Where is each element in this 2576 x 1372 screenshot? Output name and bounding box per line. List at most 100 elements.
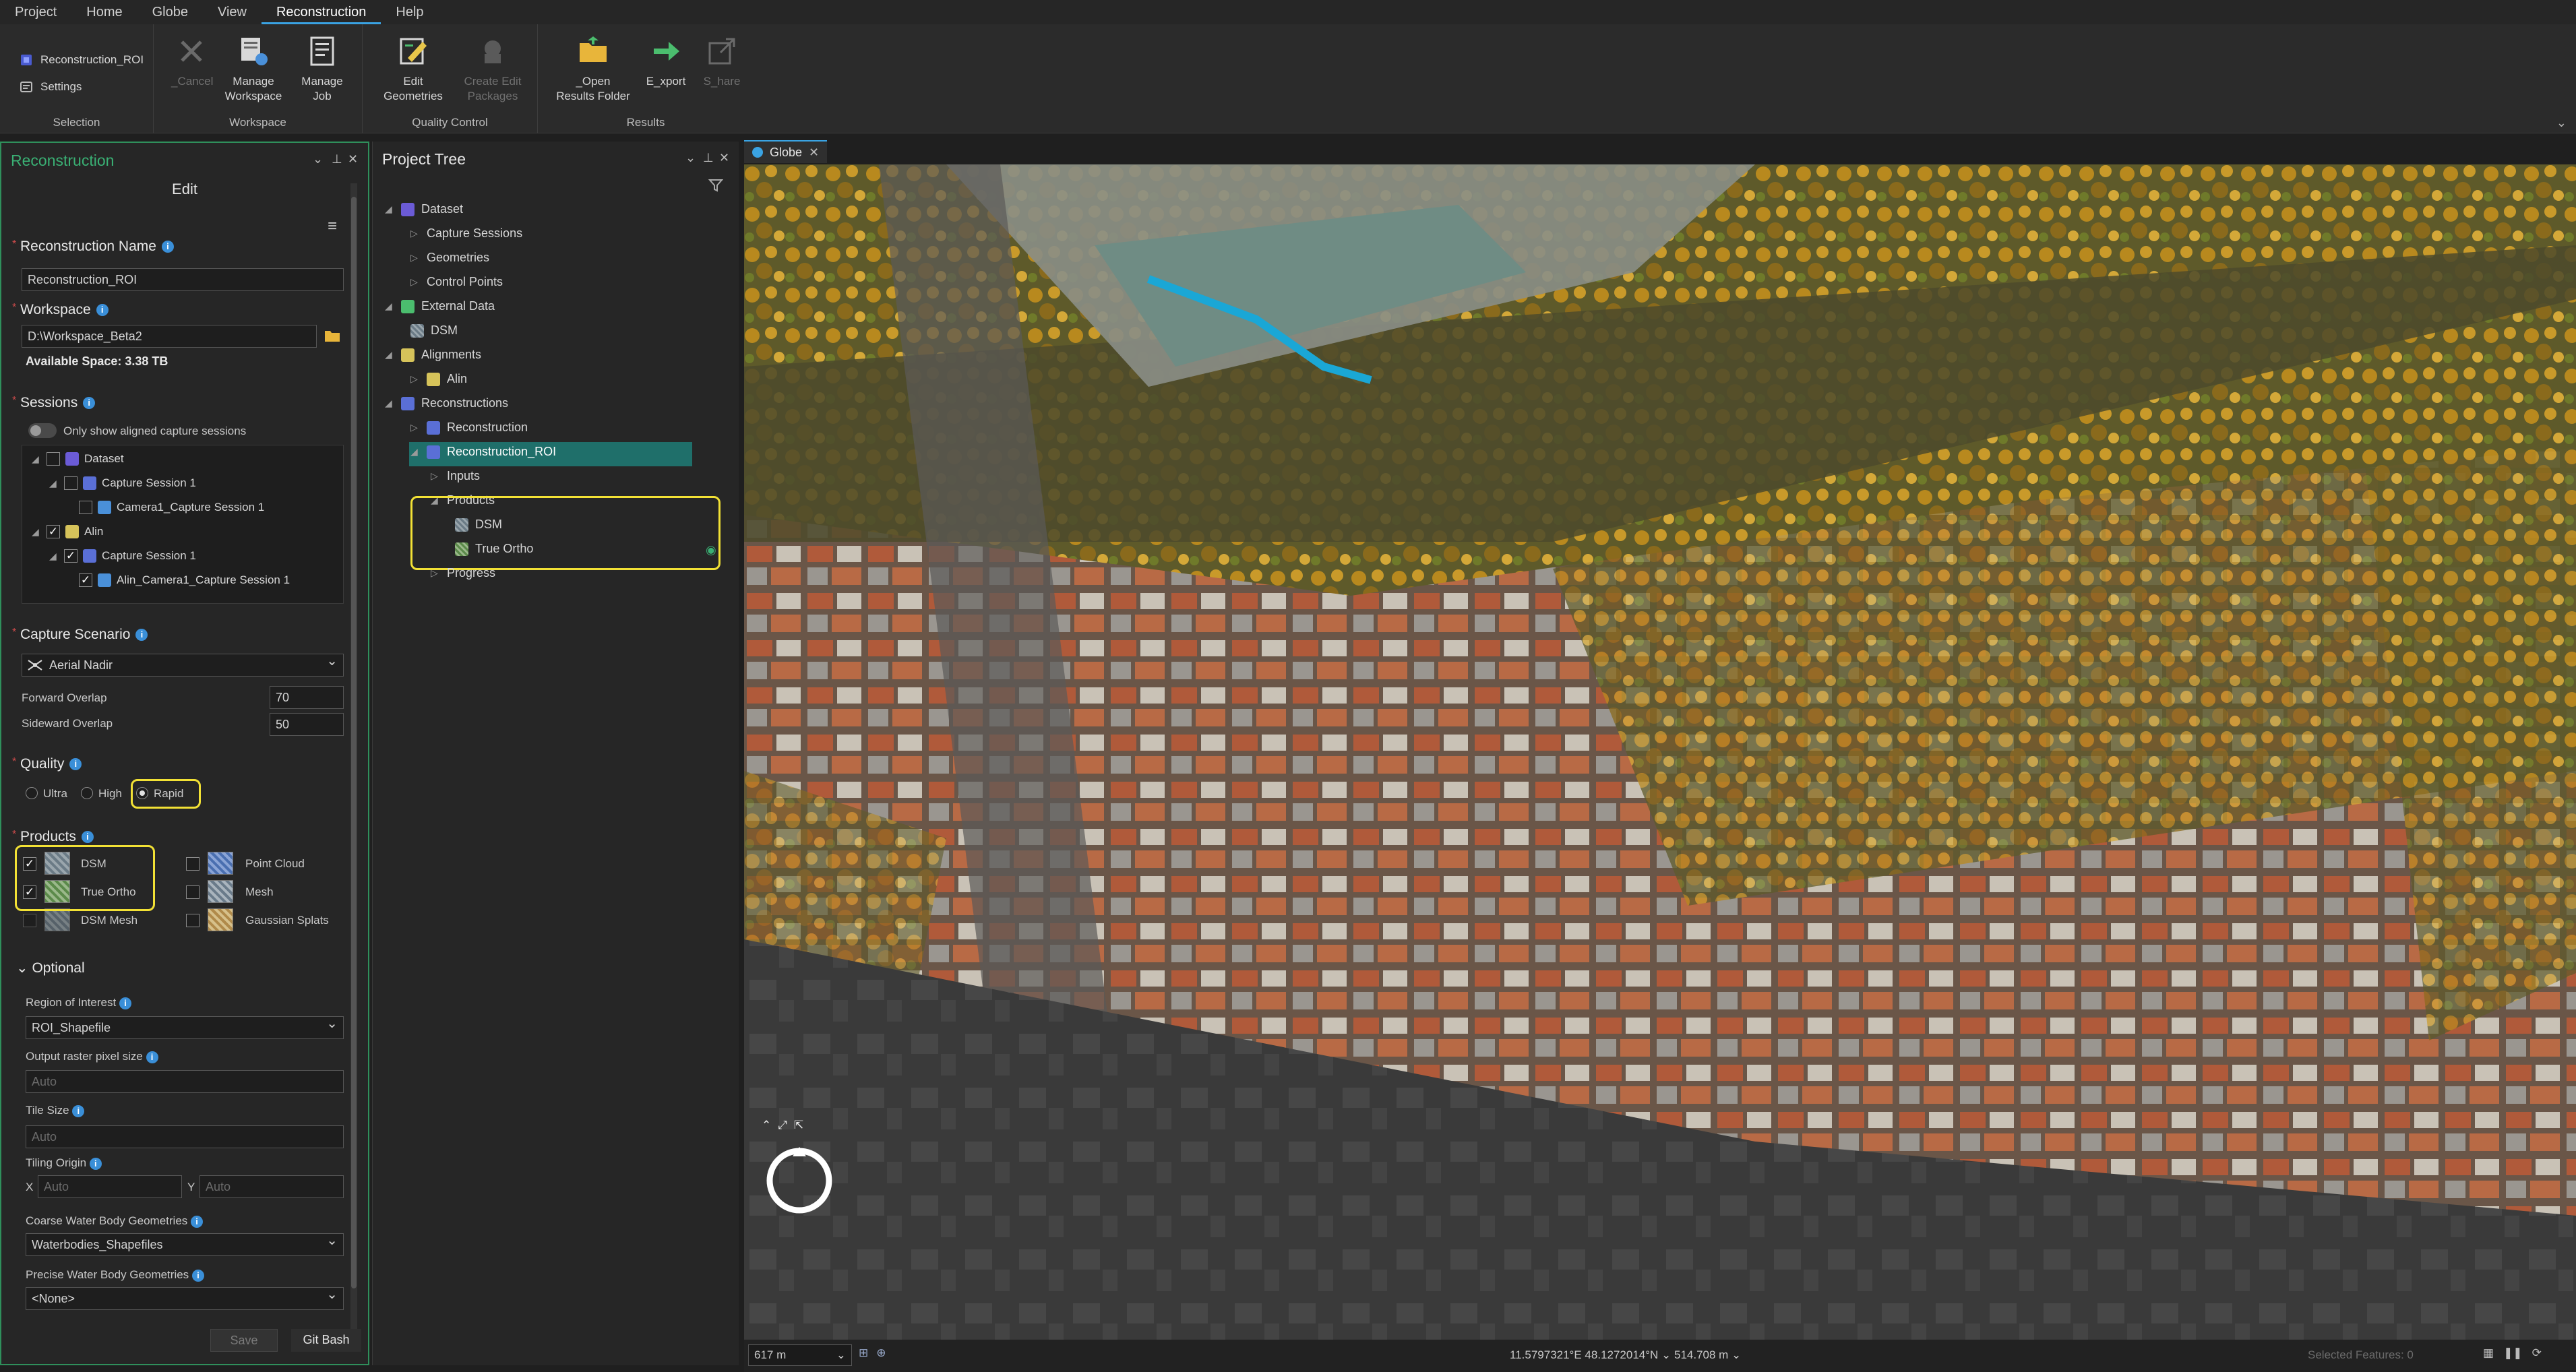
tree-row-alin-camera[interactable]: ✓ Alin_Camera1_Capture Session 1 [79, 573, 290, 587]
tree-node-control-points[interactable]: ▷ Control Points [410, 275, 503, 289]
checkbox[interactable] [64, 476, 78, 490]
sideward-overlap-input[interactable]: 50 [270, 713, 344, 736]
tree-row-dataset[interactable]: ◢ Dataset [32, 452, 124, 466]
dsm-mesh-checkbox[interactable] [23, 914, 36, 927]
compass-rotate-icon[interactable] [762, 1143, 837, 1218]
walk-mode-icon[interactable]: ⇱ [794, 1119, 803, 1132]
tree-node-alignments[interactable]: ◢ Alignments [385, 348, 481, 362]
info-icon[interactable]: i [83, 397, 96, 409]
close-icon[interactable]: ✕ [348, 152, 358, 166]
hamburger-menu-icon[interactable]: ≡ [328, 217, 337, 236]
git-bash-button[interactable]: Git Bash [291, 1329, 361, 1352]
save-button[interactable]: Save [210, 1329, 278, 1352]
quality-ultra-radio[interactable] [26, 787, 38, 799]
cancel-button[interactable]: _Cancel [171, 34, 213, 89]
edit-geometries-button[interactable]: Edit Geometries [376, 34, 450, 104]
export-button[interactable]: E_xport [639, 34, 693, 89]
optional-section-header[interactable]: ⌄ Optional [16, 960, 85, 976]
info-icon[interactable]: i [146, 1051, 158, 1063]
tree-node-geometries[interactable]: ▷ Geometries [410, 251, 489, 265]
tree-node-external-data[interactable]: ◢ External Data [385, 299, 495, 313]
fit-extent-icon[interactable]: ⤢ [778, 1119, 787, 1132]
selection-item-settings[interactable]: Settings [19, 80, 82, 94]
menu-project[interactable]: Project [0, 0, 71, 24]
info-icon[interactable]: i [119, 997, 131, 1009]
forward-overlap-input[interactable]: 70 [270, 686, 344, 709]
filter-icon[interactable] [708, 178, 723, 193]
open-results-folder-button[interactable]: _Open Results Folder [553, 34, 634, 104]
browse-folder-icon[interactable] [324, 328, 341, 344]
pin-icon[interactable]: ⊥ [703, 151, 714, 165]
table-icon[interactable]: ▦ [2483, 1346, 2494, 1360]
tree-node-reconstruction[interactable]: ▷ Reconstruction [410, 420, 528, 435]
info-icon[interactable]: i [81, 831, 94, 843]
tree-row-camera[interactable]: Camera1_Capture Session 1 [79, 501, 264, 514]
roi-select[interactable]: ROI_Shapefile [26, 1013, 344, 1039]
manage-workspace-button[interactable]: Manage Workspace [221, 34, 286, 104]
tree-row-alin[interactable]: ◢ ✓ Alin [32, 525, 103, 538]
panel-dropdown-icon[interactable]: ⌄ [313, 152, 323, 166]
refresh-icon[interactable]: ⟳ [2532, 1346, 2542, 1360]
share-button[interactable]: S_hare [697, 34, 747, 89]
info-icon[interactable]: i [191, 1216, 204, 1228]
reconstruction-name-input[interactable]: Reconstruction_ROI [22, 268, 344, 291]
tiling-origin-x-input[interactable]: Auto [38, 1175, 182, 1198]
info-icon[interactable]: i [135, 629, 148, 641]
checkbox-checked[interactable]: ✓ [79, 573, 92, 587]
tree-node-capture-sessions[interactable]: ▷ Capture Sessions [410, 226, 522, 241]
pause-icon[interactable]: ❚❚ [2503, 1346, 2523, 1360]
checkbox[interactable] [79, 501, 92, 514]
tree-node-progress[interactable]: ▷ Progress [431, 566, 495, 580]
tree-row-capture-session-2[interactable]: ◢ ✓ Capture Session 1 [49, 549, 196, 563]
tree-node-reconstruction-roi[interactable]: ◢ Reconstruction_ROI [410, 445, 556, 459]
aligned-sessions-toggle[interactable] [28, 423, 57, 438]
pin-icon[interactable]: ⊥ [332, 152, 342, 166]
globe-view[interactable]: ⌃ ⤢ ⇱ [744, 164, 2576, 1340]
checkbox-checked[interactable]: ✓ [47, 525, 60, 538]
info-icon[interactable]: i [89, 1158, 102, 1170]
precise-water-select[interactable]: <None> [26, 1284, 344, 1310]
selection-item-reconstruction[interactable]: Reconstruction_ROI [19, 53, 144, 67]
pixel-size-input[interactable]: Auto [26, 1070, 344, 1093]
tiling-origin-y-input[interactable]: Auto [200, 1175, 344, 1198]
capture-scenario-select[interactable]: Aerial Nadir [22, 650, 344, 677]
tree-node-external-dsm[interactable]: DSM [410, 323, 458, 338]
info-icon[interactable]: i [72, 1105, 85, 1117]
checkbox[interactable] [47, 452, 60, 466]
coarse-water-select[interactable]: Waterbodies_Shapefiles [26, 1230, 344, 1256]
panel-dropdown-icon[interactable]: ⌄ [685, 151, 696, 165]
info-icon[interactable]: i [69, 758, 82, 770]
snap-icon[interactable]: ⊕ [876, 1346, 886, 1360]
info-icon[interactable]: i [191, 1270, 204, 1282]
ribbon-collapse-icon[interactable]: ⌄ [2556, 116, 2567, 130]
create-edit-packages-button[interactable]: Create Edit Packages [456, 34, 530, 104]
menu-reconstruction[interactable]: Reconstruction [261, 0, 381, 24]
mesh-checkbox[interactable] [186, 885, 200, 899]
menu-help[interactable]: Help [381, 0, 438, 24]
grid-icon[interactable]: ⊞ [859, 1346, 868, 1360]
coordinates-readout[interactable]: 11.5797321°E 48.1272014°N ⌄ 514.708 m ⌄ [1510, 1348, 1741, 1362]
zoom-in-icon[interactable]: ⌃ [762, 1119, 771, 1132]
menu-home[interactable]: Home [71, 0, 137, 24]
tree-node-inputs[interactable]: ▷ Inputs [431, 469, 480, 483]
panel-scrollbar[interactable] [350, 183, 357, 1329]
tile-size-input[interactable]: Auto [26, 1125, 344, 1148]
close-icon[interactable]: ✕ [719, 151, 729, 165]
tree-row-capture-session[interactable]: ◢ Capture Session 1 [49, 476, 196, 490]
menu-view[interactable]: View [203, 0, 262, 24]
gaussian-splats-checkbox[interactable] [186, 914, 200, 927]
globe-tab[interactable]: Globe ✕ [744, 140, 828, 163]
info-icon[interactable]: i [161, 241, 174, 253]
tree-node-alin[interactable]: ▷ Alin [410, 372, 467, 386]
point-cloud-checkbox[interactable] [186, 857, 200, 871]
info-icon[interactable]: i [96, 304, 109, 316]
quality-high-radio[interactable] [81, 787, 93, 799]
checkbox-checked[interactable]: ✓ [64, 549, 78, 563]
workspace-input[interactable]: D:\Workspace_Beta2 [22, 325, 317, 348]
close-tab-icon[interactable]: ✕ [809, 146, 819, 160]
tree-node-dataset[interactable]: ◢ Dataset [385, 202, 463, 216]
manage-job-button[interactable]: Manage Job [295, 34, 349, 104]
scale-select[interactable]: 617 m ⌄ [748, 1344, 852, 1366]
tree-node-reconstructions[interactable]: ◢ Reconstructions [385, 396, 508, 410]
menu-globe[interactable]: Globe [137, 0, 203, 24]
